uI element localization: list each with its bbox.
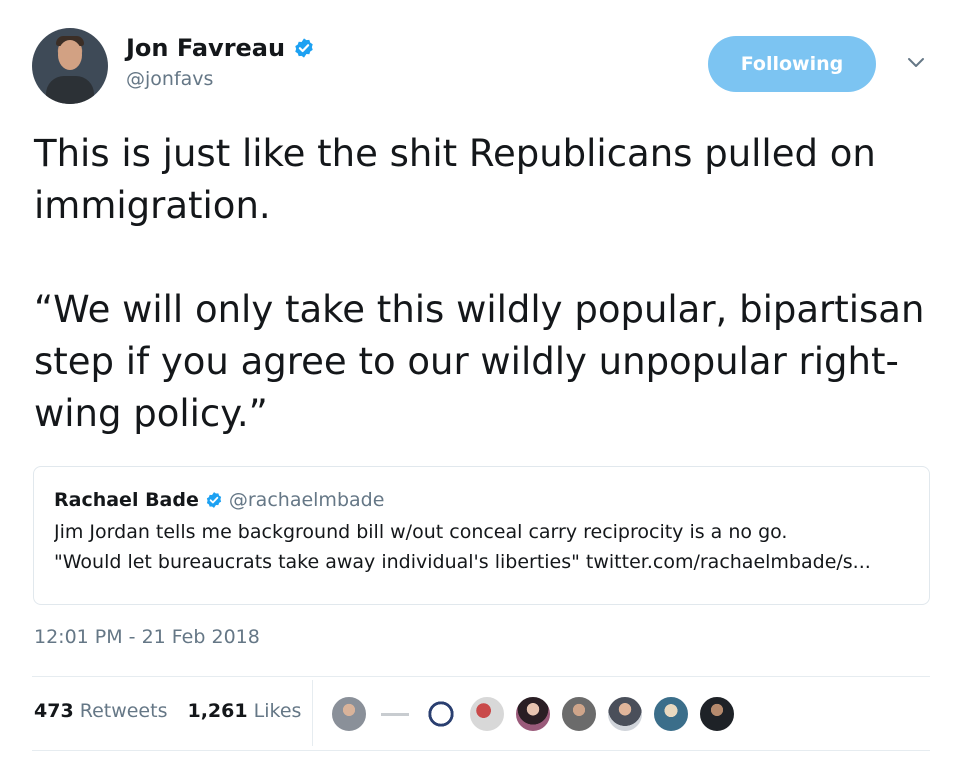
retweets-label: Retweets <box>79 700 168 722</box>
quoted-tweet-header: Rachael Bade @rachaelmbade <box>54 489 909 511</box>
retweets-stat[interactable]: 473 Retweets <box>34 700 167 722</box>
liker-avatar[interactable] <box>606 695 644 733</box>
avatar-face <box>58 40 82 70</box>
liker-avatars <box>330 694 744 734</box>
tweet-text: This is just like the shit Republicans p… <box>34 132 925 435</box>
likes-stat[interactable]: 1,261 Likes <box>187 700 301 722</box>
verified-badge-icon <box>295 38 313 58</box>
liker-avatar[interactable] <box>652 695 690 733</box>
chevron-down-icon[interactable] <box>906 56 926 70</box>
author-name-block: Jon Favreau @jonfavs <box>126 34 315 90</box>
liker-avatar[interactable] <box>330 695 368 733</box>
likes-count: 1,261 <box>187 700 248 722</box>
liker-avatar[interactable] <box>698 695 736 733</box>
author-display-name-row[interactable]: Jon Favreau <box>126 34 315 62</box>
likes-label: Likes <box>253 700 302 722</box>
tweet-timestamp[interactable]: 12:01 PM - 21 Feb 2018 <box>34 626 260 648</box>
author-avatar[interactable] <box>32 28 108 104</box>
liker-avatar[interactable] <box>514 695 552 733</box>
liker-avatar[interactable] <box>376 695 414 733</box>
quoted-tweet-card[interactable]: Rachael Bade @rachaelmbade Jim Jordan te… <box>33 466 930 605</box>
tweet-stats: 473 Retweets 1,261 Likes <box>34 700 301 722</box>
author-handle[interactable]: @jonfavs <box>126 68 315 90</box>
verified-badge-icon <box>206 492 221 508</box>
liker-avatar[interactable] <box>468 695 506 733</box>
stats-divider-top <box>32 676 930 677</box>
liker-avatar[interactable] <box>560 695 598 733</box>
quoted-tweet-text-line1: Jim Jordan tells me background bill w/ou… <box>54 521 788 543</box>
following-button[interactable]: Following <box>708 36 876 92</box>
retweets-count: 473 <box>34 700 74 722</box>
avatar-shirt <box>46 76 94 104</box>
liker-avatar[interactable] <box>422 695 460 733</box>
author-display-name[interactable]: Jon Favreau <box>126 34 285 62</box>
stats-divider-bottom <box>32 750 930 751</box>
quoted-tweet-text-line2: "Would let bureaucrats take away individ… <box>54 551 871 573</box>
quoted-author-handle: @rachaelmbade <box>228 489 385 511</box>
stats-divider-vertical <box>312 680 313 746</box>
quoted-author-name: Rachael Bade <box>54 489 199 511</box>
